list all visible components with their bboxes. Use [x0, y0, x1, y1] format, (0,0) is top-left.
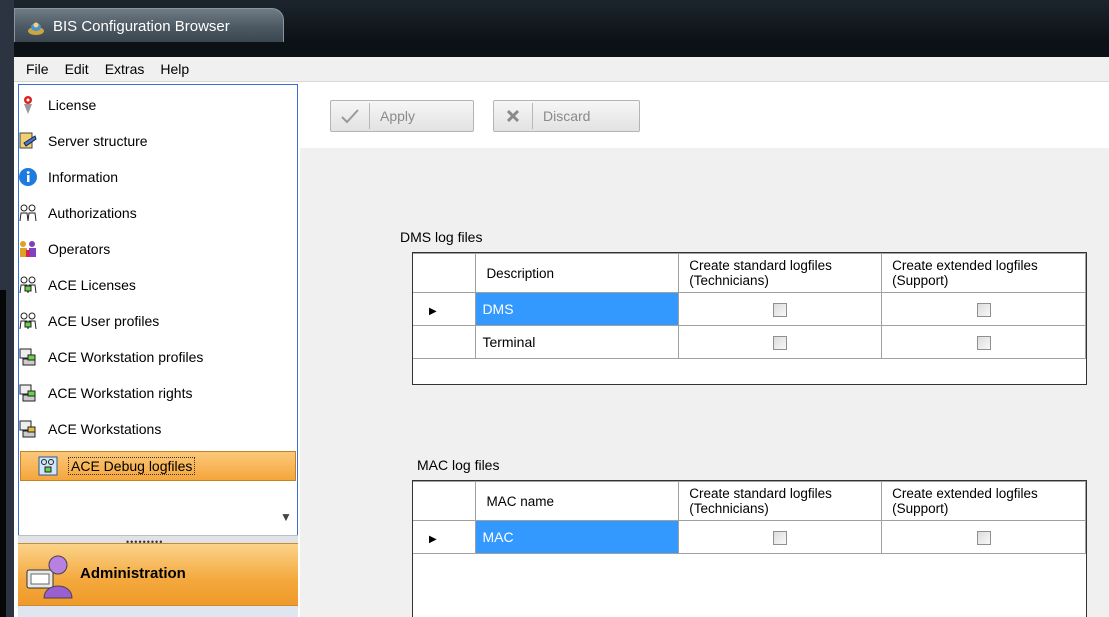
title-bar: BIS Configuration Browser: [14, 0, 1109, 42]
window-title: BIS Configuration Browser: [53, 18, 230, 35]
row-name[interactable]: DMS: [475, 292, 680, 326]
table-row[interactable]: Terminal: [413, 325, 1086, 359]
nav-item-authorizations[interactable]: Authorizations: [18, 199, 137, 227]
nav-item-ace-workstations[interactable]: ACE Workstations: [18, 415, 161, 443]
menu-help[interactable]: Help: [152, 61, 197, 77]
administration-icon: [26, 555, 73, 599]
nav-item-operators[interactable]: Operators: [18, 235, 110, 263]
server-structure-icon: [18, 131, 38, 151]
mac-section-title: MAC log files: [417, 457, 500, 473]
standard-logfile-checkbox[interactable]: [773, 336, 788, 351]
extended-logfile-checkbox[interactable]: [976, 531, 991, 546]
content-pane: Apply Discard DMS log files Description …: [300, 84, 1109, 617]
workstation-rights-icon: [18, 383, 38, 403]
table-row[interactable]: ▶ MAC: [413, 520, 1086, 554]
authorizations-icon: [18, 203, 38, 223]
mac-grid: MAC name Create standard logfiles (Techn…: [412, 480, 1087, 617]
standard-logfile-checkbox[interactable]: [773, 303, 788, 318]
operators-icon: [18, 239, 38, 259]
row-name[interactable]: MAC: [475, 520, 680, 554]
column-header[interactable]: Create standard logfiles (Technicians): [678, 253, 883, 293]
row-name[interactable]: Terminal: [475, 325, 680, 359]
window-title-tab[interactable]: BIS Configuration Browser: [14, 8, 284, 42]
nav-item-information[interactable]: Information: [18, 163, 118, 191]
workstation-profiles-icon: [18, 347, 38, 367]
ace-licenses-icon: [18, 275, 38, 295]
apply-button[interactable]: Apply: [330, 100, 474, 132]
menu-extras[interactable]: Extras: [97, 61, 153, 77]
nav-item-license[interactable]: License: [18, 91, 96, 119]
column-header[interactable]: Create standard logfiles (Technicians): [678, 481, 883, 521]
ace-user-profiles-icon: [18, 311, 38, 331]
nav-item-ace-workstation-profiles[interactable]: ACE Workstation profiles: [18, 343, 203, 371]
nav-item-ace-debug-logfiles[interactable]: ACE Debug logfiles: [20, 451, 296, 481]
table-row[interactable]: ▶ DMS: [413, 292, 1086, 326]
discard-button[interactable]: Discard: [493, 100, 640, 132]
extended-logfile-checkbox[interactable]: [976, 303, 991, 318]
menu-edit[interactable]: Edit: [57, 61, 97, 77]
pane-splitter[interactable]: •••••••••: [18, 535, 298, 547]
nav-item-ace-licenses[interactable]: ACE Licenses: [18, 271, 136, 299]
desktop-edge: [0, 0, 14, 617]
dms-section-title: DMS log files: [400, 229, 483, 245]
column-header[interactable]: Create extended logfiles (Support): [881, 481, 1086, 521]
menu-bar: File Edit Extras Help: [14, 57, 1109, 82]
checkmark-icon: [339, 106, 361, 126]
app-icon: [28, 22, 44, 35]
toolbar: Apply Discard: [300, 84, 1109, 148]
discard-icon: [502, 106, 524, 126]
nav-item-ace-user-profiles[interactable]: ACE User profiles: [18, 307, 159, 335]
standard-logfile-checkbox[interactable]: [773, 531, 788, 546]
column-header[interactable]: MAC name: [475, 481, 680, 521]
info-icon: [18, 167, 38, 187]
workstations-icon: [18, 419, 38, 439]
medal-icon: [18, 95, 38, 115]
extended-logfile-checkbox[interactable]: [976, 336, 991, 351]
nav-item-ace-workstation-rights[interactable]: ACE Workstation rights: [18, 379, 192, 407]
debug-logfiles-icon: [38, 456, 58, 476]
column-header[interactable]: Description: [475, 253, 680, 293]
menu-file[interactable]: File: [18, 61, 57, 77]
row-indicator-icon: ▶: [413, 292, 477, 326]
column-header[interactable]: Create extended logfiles (Support): [881, 253, 1086, 293]
nav-scroll-down-icon[interactable]: ▼: [280, 510, 292, 524]
row-indicator-icon: ▶: [413, 520, 477, 554]
dms-grid: Description Create standard logfiles (Te…: [412, 252, 1087, 385]
nav-item-server-structure[interactable]: Server structure: [18, 127, 148, 155]
administration-module-button[interactable]: Administration: [18, 543, 298, 606]
